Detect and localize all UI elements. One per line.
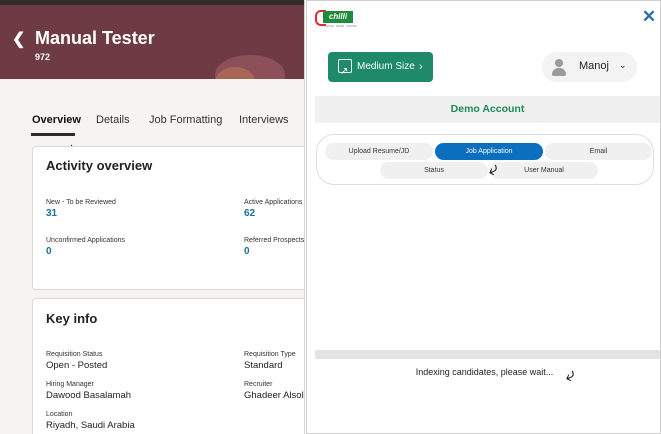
user-menu-button[interactable]: Manoj ⌄ [542,52,637,82]
key-info-card: Key info Requisition Status Open - Poste… [32,298,304,434]
tab-overview[interactable]: Overview [32,114,81,126]
active-tab-indicator [31,133,75,136]
activity-overview-title: Activity overview [46,158,153,173]
referred-prospects-count[interactable]: 0 [244,246,250,257]
upload-resume-jd-button[interactable]: Upload Resume/JD [325,143,433,160]
close-icon[interactable]: ✕ [640,8,658,26]
indexing-progress-bar [315,350,660,359]
chilli-logo: chilli THINK. HIRE. GROW. [315,10,358,30]
chilli-plugin-panel: chilli THINK. HIRE. GROW. ✕ ↗ Medium Siz… [306,0,661,434]
chilli-logo-tagline: THINK. HIRE. GROW. [324,24,358,28]
active-applications-label: Active Applications [244,199,303,206]
chilli-logo-text: chilli [323,11,353,23]
chevron-right-icon: › [419,61,423,73]
new-to-review-count[interactable]: 31 [46,208,57,219]
chevron-left-icon[interactable]: ❮ [12,29,25,49]
new-to-review-label: New - To be Reviewed [46,199,116,206]
unconfirmed-applications-label: Unconfirmed Applications [46,237,125,244]
referred-prospects-label: Referred Prospects [244,237,305,244]
recruiter-value: Ghadeer Alsol [244,390,304,401]
requisition-type-value: Standard [244,360,283,371]
requisition-number: 972 [35,52,51,62]
account-title: Demo Account [315,96,660,123]
expand-icon: ↗ [338,59,352,77]
unconfirmed-applications-count[interactable]: 0 [46,246,52,257]
hiring-manager-label: Hiring Manager [46,381,94,388]
avatar-icon [550,58,568,76]
email-button[interactable]: Email [545,143,652,160]
requisition-status-label: Requisition Status [46,351,103,358]
tab-details[interactable]: Details [96,114,130,126]
location-value: Riyadh, Saudi Arabia [46,420,135,431]
page-header: ❮ Manual Tester 972 [0,5,304,79]
medium-size-button[interactable]: ↗ Medium Size › [328,52,433,82]
chevron-down-icon: ⌄ [619,60,627,70]
location-label: Location [46,411,73,418]
tab-job-formatting[interactable]: Job Formatting [149,114,222,126]
user-name: Manoj [579,60,609,72]
recruiter-label: Recruiter [244,381,273,388]
tab-interviews[interactable]: Interviews [239,114,289,126]
requisition-panel: ❮ Manual Tester 972 Overview Details Job… [0,0,305,434]
activity-overview-card: Activity overview New - To be Reviewed 3… [32,146,305,290]
medium-size-label: Medium Size [357,61,415,72]
page-title: Manual Tester [35,28,155,48]
job-application-button[interactable]: Job Application [435,143,543,160]
key-info-title: Key info [46,311,98,326]
indexing-status-text: Indexing candidates, please wait... [415,367,554,377]
action-menu: Upload Resume/JD Job Application Email S… [316,134,654,185]
user-manual-button[interactable]: User Manual [490,162,598,179]
active-applications-count[interactable]: 62 [244,208,255,219]
hiring-manager-value: Dawood Basalamah [46,390,132,401]
requisition-type-label: Requisition Type [244,351,296,358]
requisition-status-value: Open - Posted [46,360,108,371]
status-button[interactable]: Status [380,162,488,179]
